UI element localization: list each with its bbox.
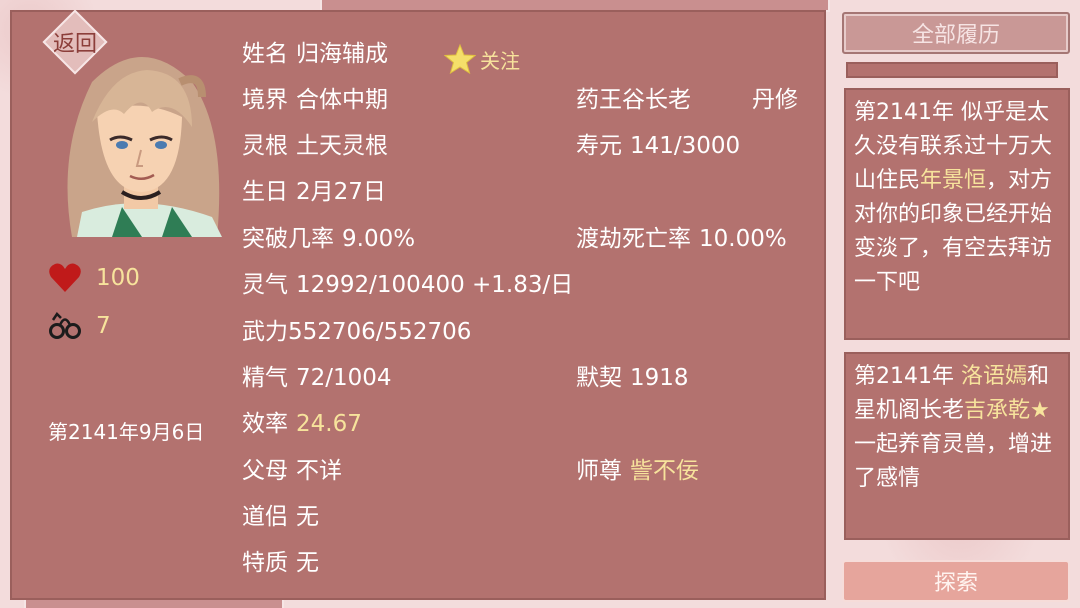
path-value: 丹修 (752, 87, 798, 113)
all-history-button[interactable]: 全部履历 (842, 12, 1070, 54)
npc-name-link[interactable]: 吉承乾 (964, 398, 1030, 423)
force-value: 552706/552706 (288, 319, 472, 345)
star-icon (444, 44, 476, 74)
trait-value: 无 (296, 550, 319, 576)
character-card: 100 7 第2141年9月6日 姓名 归海辅成 关注 境界 合体中期 药王谷长老 … (10, 10, 826, 600)
name-row: 姓名 归海辅成 (242, 41, 388, 67)
realm-value: 合体中期 (296, 87, 388, 113)
health-stat: 100 (48, 262, 140, 294)
breakthrough-value: 9.00% (342, 226, 416, 252)
handcuffs-icon (49, 312, 81, 339)
root-value: 土天灵根 (296, 133, 388, 159)
partner-value: 无 (296, 504, 319, 530)
efficiency-row: 效率 24.67 (242, 411, 362, 437)
birthday-row: 生日 2月27日 (242, 179, 386, 205)
qi-value: 12992/100400 +1.83/日 (296, 272, 574, 298)
shackle-value: 7 (96, 313, 111, 339)
trait-row: 特质无 (242, 550, 319, 576)
follow-label: 关注 (480, 48, 520, 73)
realm-row: 境界 合体中期 (242, 87, 388, 113)
tribulation-row: 渡劫死亡率 10.00% (576, 226, 787, 252)
health-value: 100 (96, 265, 140, 291)
event-entry: 第2141年 似乎是太久没有联系过十万大山住民年景恒，对方对你的印象已经开始变淡… (844, 88, 1070, 340)
current-date: 第2141年9月6日 (48, 420, 205, 444)
force-row: 武力552706/552706 (242, 319, 472, 345)
heart-icon (49, 263, 81, 292)
birthday-value: 2月27日 (296, 179, 386, 205)
rapport-row: 默契 1918 (576, 365, 689, 391)
qi-row: 灵气 12992/100400 +1.83/日 (242, 272, 574, 298)
parents-value: 不详 (296, 458, 342, 484)
rapport-value: 1918 (630, 365, 689, 391)
root-row: 灵根 土天灵根 (242, 133, 388, 159)
back-label: 返回 (52, 32, 97, 57)
sect-value: 药王谷长老 (576, 87, 691, 113)
character-name: 归海辅成 (296, 41, 388, 67)
shackle-stat: 7 (48, 310, 111, 342)
explore-button[interactable]: 探索 (842, 560, 1070, 602)
history-scroll-edge (846, 62, 1058, 78)
lifespan-row: 寿元 141/3000 (576, 133, 741, 159)
follow-button[interactable]: 关注 (444, 44, 520, 74)
master-row: 师尊 訾不佞 (576, 458, 699, 484)
back-button[interactable]: 返回 (30, 9, 120, 75)
npc-name-link[interactable]: 洛语嫣 (961, 364, 1027, 389)
master-link[interactable]: 訾不佞 (630, 458, 699, 484)
parents-row: 父母 不详 (242, 458, 342, 484)
npc-name-link[interactable]: 年景恒 (920, 168, 986, 193)
efficiency-value: 24.67 (296, 411, 362, 437)
essence-row: 精气 72/1004 (242, 365, 392, 391)
star-icon: ★ (1030, 398, 1050, 423)
essence-value: 72/1004 (296, 365, 392, 391)
breakthrough-row: 突破几率 9.00% (242, 226, 416, 252)
event-entry: 第2141年 洛语嫣和星机阁长老吉承乾★一起养育灵兽，增进了感情 (844, 352, 1070, 540)
lifespan-value: 141/3000 (630, 133, 741, 159)
tribulation-value: 10.00% (699, 226, 787, 252)
partner-row: 道侣无 (242, 504, 319, 530)
